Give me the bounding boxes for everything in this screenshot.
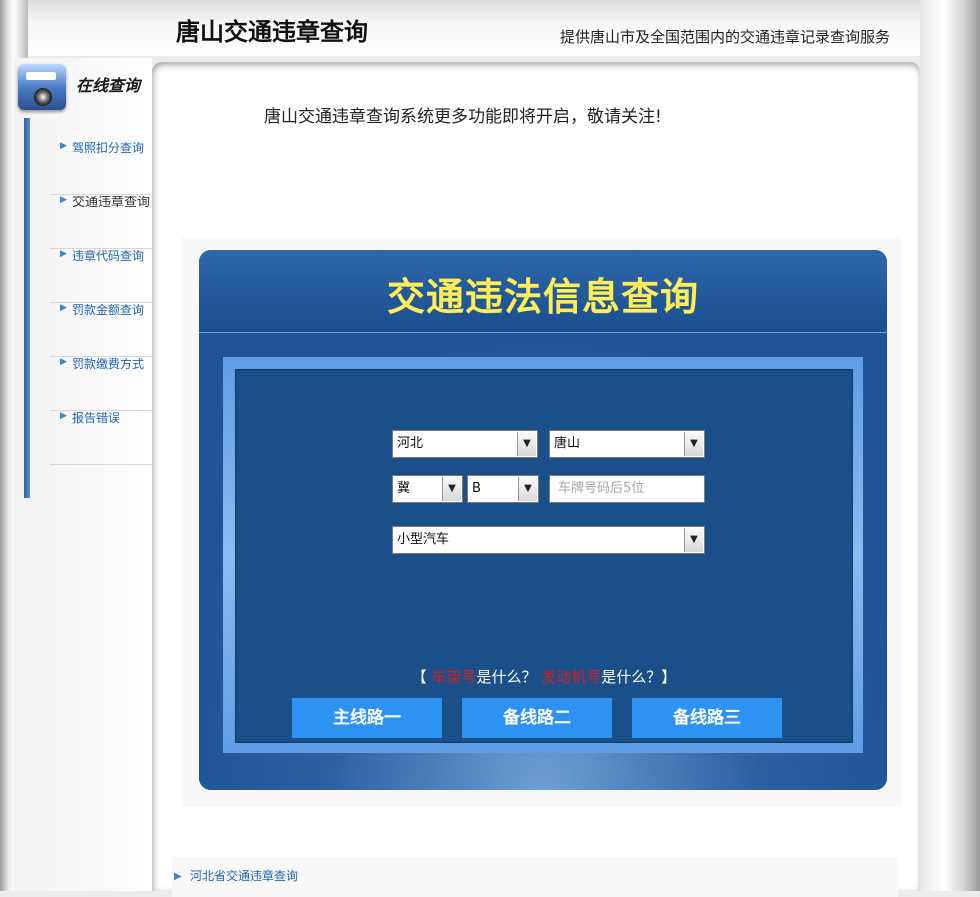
engine-number-link[interactable]: 发动机号 — [541, 668, 601, 686]
chevron-down-icon: ▼ — [684, 528, 703, 552]
province-select[interactable]: 河北 ▼ — [392, 430, 538, 458]
sidebar-item-label: 违章代码查询 — [72, 250, 145, 263]
triangle-right-icon: ▶ — [60, 196, 67, 205]
sidebar-item-label: 罚款金额查询 — [72, 304, 145, 317]
panel-title: 交通违法信息查询 — [386, 275, 699, 319]
plate-number-input[interactable]: 车牌号码后5位 — [549, 475, 705, 503]
province-value: 河北 — [397, 436, 424, 451]
triangle-right-icon: ▶ — [60, 358, 67, 367]
triangle-right-icon: ▶ — [60, 304, 67, 313]
city-value: 唐山 — [554, 436, 581, 451]
sidebar-heading-label: 在线查询 — [76, 76, 141, 95]
sidebar: 在线查询 ▶ 驾照扣分查询 ▶ 交通违章查询 ▶ 违章代码查询 ▶ 罚款金额查询… — [14, 58, 152, 891]
sidebar-item-label: 罚款缴费方式 — [72, 358, 145, 371]
form-inner-box: 河北 ▼ 唐山 ▼ 冀 ▼ B ▼ 车牌号码后5位 小型汽车 ▼ 【 车架号是什… — [235, 369, 853, 743]
sidebar-accent-bar — [24, 118, 30, 498]
plate-prefix-value: 冀 — [397, 481, 411, 496]
plate-letter-value: B — [472, 481, 481, 496]
footer-link-label: 河北省交通违章查询 — [190, 869, 299, 883]
chevron-down-icon: ▼ — [517, 432, 536, 456]
sidebar-item-label: 报告错误 — [72, 412, 121, 425]
primary-route-button[interactable]: 主线路一 — [292, 698, 442, 738]
plate-letter-select[interactable]: B ▼ — [467, 475, 539, 503]
site-title: 唐山交通违章查询 — [176, 18, 368, 46]
sidebar-item-report-error[interactable]: ▶ 报告错误 — [50, 412, 152, 465]
main-content: 唐山交通违章查询系统更多功能即将开启，敬请关注! 交通违法信息查询 河北 ▼ 唐… — [152, 62, 920, 897]
vehicle-type-select[interactable]: 小型汽车 ▼ — [392, 526, 705, 554]
sidebar-item-license-points[interactable]: ▶ 驾照扣分查询 — [50, 142, 152, 195]
sidebar-item-payment-method[interactable]: ▶ 罚款缴费方式 — [50, 358, 152, 411]
sidebar-item-violation-code[interactable]: ▶ 违章代码查询 — [50, 250, 152, 303]
backup-route-3-button[interactable]: 备线路三 — [632, 698, 782, 738]
header: 唐山交通违章查询 提供唐山市及全国范围内的交通违章记录查询服务 — [28, 0, 920, 56]
sidebar-item-label: 驾照扣分查询 — [72, 142, 145, 155]
notice-text: 唐山交通违章查询系统更多功能即将开启，敬请关注! — [264, 107, 662, 127]
query-form-wrapper: 交通违法信息查询 河北 ▼ 唐山 ▼ 冀 ▼ B ▼ 车牌号码后5位 小型汽车 … — [182, 237, 902, 807]
sidebar-heading: 在线查询 — [14, 58, 152, 114]
sidebar-item-label: 交通违章查询 — [72, 196, 151, 210]
chevron-down-icon: ▼ — [518, 477, 537, 501]
frame-number-link[interactable]: 车架号 — [431, 668, 476, 686]
query-form-panel: 交通违法信息查询 河北 ▼ 唐山 ▼ 冀 ▼ B ▼ 车牌号码后5位 小型汽车 … — [199, 250, 887, 790]
footer-link-item[interactable]: ▶ 河北省交通违章查询 — [172, 857, 898, 897]
triangle-right-icon: ▶ — [174, 871, 182, 882]
triangle-right-icon: ▶ — [60, 412, 67, 421]
sidebar-item-violation-query[interactable]: ▶ 交通违章查询 — [50, 196, 152, 249]
panel-header: 交通违法信息查询 — [199, 250, 887, 333]
plate-number-placeholder: 车牌号码后5位 — [558, 481, 645, 496]
chevron-down-icon: ▼ — [684, 432, 703, 456]
triangle-right-icon: ▶ — [60, 142, 67, 151]
vehicle-type-value: 小型汽车 — [397, 532, 450, 547]
form-inner-border: 河北 ▼ 唐山 ▼ 冀 ▼ B ▼ 车牌号码后5位 小型汽车 ▼ 【 车架号是什… — [223, 357, 863, 753]
chevron-down-icon: ▼ — [442, 477, 461, 501]
city-select[interactable]: 唐山 ▼ — [549, 430, 705, 458]
site-tagline: 提供唐山市及全国范围内的交通违章记录查询服务 — [559, 28, 890, 46]
plate-prefix-select[interactable]: 冀 ▼ — [392, 475, 463, 503]
help-text: 【 车架号是什么？ 发动机号是什么？】 — [411, 668, 677, 686]
triangle-right-icon: ▶ — [60, 250, 67, 259]
backup-route-2-button[interactable]: 备线路二 — [462, 698, 612, 738]
frame-right-bevel — [920, 0, 980, 891]
sidebar-item-fine-amount[interactable]: ▶ 罚款金额查询 — [50, 304, 152, 357]
camera-icon — [18, 64, 66, 110]
